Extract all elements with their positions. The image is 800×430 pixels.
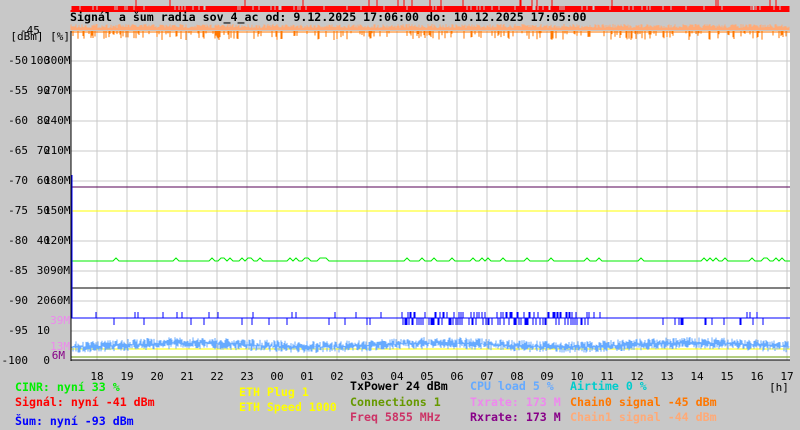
- y-tick-rate: 240M: [44, 114, 71, 127]
- y-tick-dbm: -50: [8, 54, 28, 67]
- x-tick-label: 20: [150, 370, 164, 383]
- legend-chain1: Chain1 signal -44 dBm: [570, 410, 717, 424]
- legend-freq: Freq 5855 MHz: [350, 410, 441, 424]
- x-tick-label: 02: [330, 370, 344, 383]
- x-axis-unit: [h]: [769, 381, 789, 394]
- y-tick-dbm: -90: [8, 294, 28, 307]
- legend-connections: Connections 1: [350, 395, 441, 409]
- legend-txrate: Txrate: 173 M: [470, 395, 561, 409]
- x-tick-label: 23: [240, 370, 254, 383]
- legend-txpower: TxPower 24 dBm: [350, 379, 448, 393]
- y-tick-dbm: -60: [8, 114, 28, 127]
- x-tick-label: 14: [690, 370, 704, 383]
- legend-noise: Šum: nyní -93 dBm: [15, 414, 134, 428]
- y-tick-rate: 120M: [44, 234, 71, 247]
- y-tick-dbm: -55: [8, 84, 28, 97]
- legend-signal: Signál: nyní -41 dBm: [15, 395, 155, 409]
- x-tick-label: 22: [210, 370, 224, 383]
- txrate-axis-label: 39M: [50, 314, 70, 327]
- y-tick-dbm: -95: [8, 324, 28, 337]
- y-tick-dbm: -65: [8, 144, 28, 157]
- legend-cinr: CINR: nyní 33 %: [15, 380, 120, 394]
- x-tick-label: 01: [300, 370, 314, 383]
- y-tick-dbm: -100: [1, 354, 29, 367]
- chain1-series: [70, 24, 790, 30]
- y-tick-rate: 60M: [50, 294, 70, 307]
- x-tick-label: 13: [660, 370, 674, 383]
- y-tick-rate: 210M: [44, 144, 71, 157]
- y-tick-dbm: -75: [8, 204, 28, 217]
- x-tick-label: 21: [180, 370, 194, 383]
- legend-cpu-load: CPU load 5 %: [470, 379, 554, 393]
- radio-signal-graph: Signál a šum radia sov_4_ac od: 9.12.202…: [0, 0, 800, 430]
- y-axis-units: [dBm] [%]: [10, 30, 70, 43]
- chart-plot-area: [70, 0, 790, 362]
- y-tick-dbm: -70: [8, 174, 28, 187]
- legend-eth-plug: ETH Plug 1: [239, 385, 309, 399]
- y-tick-rate: 300M: [44, 54, 71, 67]
- legend-airtime: Airtime 0 %: [570, 379, 647, 393]
- y-tick-dbm: -80: [8, 234, 28, 247]
- legend-chain0: Chain0 signal -45 dBm: [570, 395, 717, 409]
- x-tick-label: 15: [720, 370, 734, 383]
- legend-eth-speed: ETH Speed 1000: [239, 400, 337, 414]
- y-tick-rate: 150M: [44, 204, 71, 217]
- legend-rxrate: Rxrate: 173 M: [470, 410, 561, 424]
- y-tick-rate: 180M: [44, 174, 71, 187]
- chart-title: Signál a šum radia sov_4_ac od: 9.12.202…: [70, 10, 587, 24]
- x-tick-label: 00: [270, 370, 284, 383]
- plot-background: [71, 31, 790, 361]
- y-tick-rate: 270M: [44, 84, 71, 97]
- y-tick-dbm: -85: [8, 264, 28, 277]
- y-tick-rate: 90M: [50, 264, 70, 277]
- rxrate-axis-label: 6M: [51, 349, 65, 362]
